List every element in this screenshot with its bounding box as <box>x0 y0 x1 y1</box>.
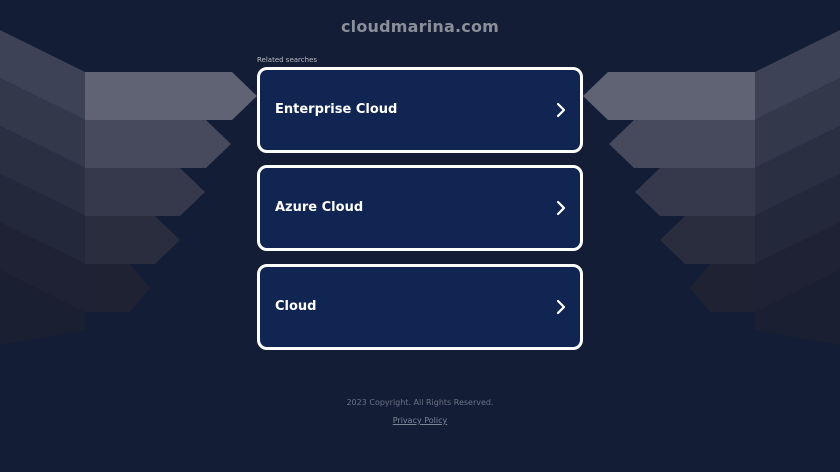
right-wing-feather <box>583 72 755 120</box>
related-search-label: Cloud <box>275 299 317 314</box>
chevron-right-icon <box>556 299 566 315</box>
left-wing-feather <box>85 264 150 312</box>
domain-title: cloudmarina.com <box>340 17 500 36</box>
related-search-cloud[interactable]: Cloud <box>257 264 583 350</box>
related-searches-label: Related searches <box>257 56 318 64</box>
right-wing-feather <box>660 216 755 264</box>
chevron-right-icon <box>556 102 566 118</box>
privacy-policy-link[interactable]: Privacy Policy <box>393 416 448 425</box>
left-wing-feather <box>85 120 231 168</box>
left-wing-feather <box>85 168 205 216</box>
related-search-azure-cloud[interactable]: Azure Cloud <box>257 165 583 251</box>
copyright-text: 2023 Copyright. All Rights Reserved. <box>346 398 494 407</box>
right-wing-feather <box>690 264 755 312</box>
right-wing-feather <box>635 168 755 216</box>
left-wing-feather <box>85 72 257 120</box>
privacy-policy-container: Privacy Policy <box>0 416 840 425</box>
related-search-enterprise-cloud[interactable]: Enterprise Cloud <box>257 67 583 153</box>
related-search-label: Azure Cloud <box>275 200 364 215</box>
related-search-label: Enterprise Cloud <box>275 102 398 117</box>
left-wing-feather <box>85 216 180 264</box>
parked-domain-page: cloudmarina.com Related searches Enterpr… <box>0 0 840 472</box>
chevron-right-icon <box>556 200 566 216</box>
right-wing-feather <box>609 120 755 168</box>
